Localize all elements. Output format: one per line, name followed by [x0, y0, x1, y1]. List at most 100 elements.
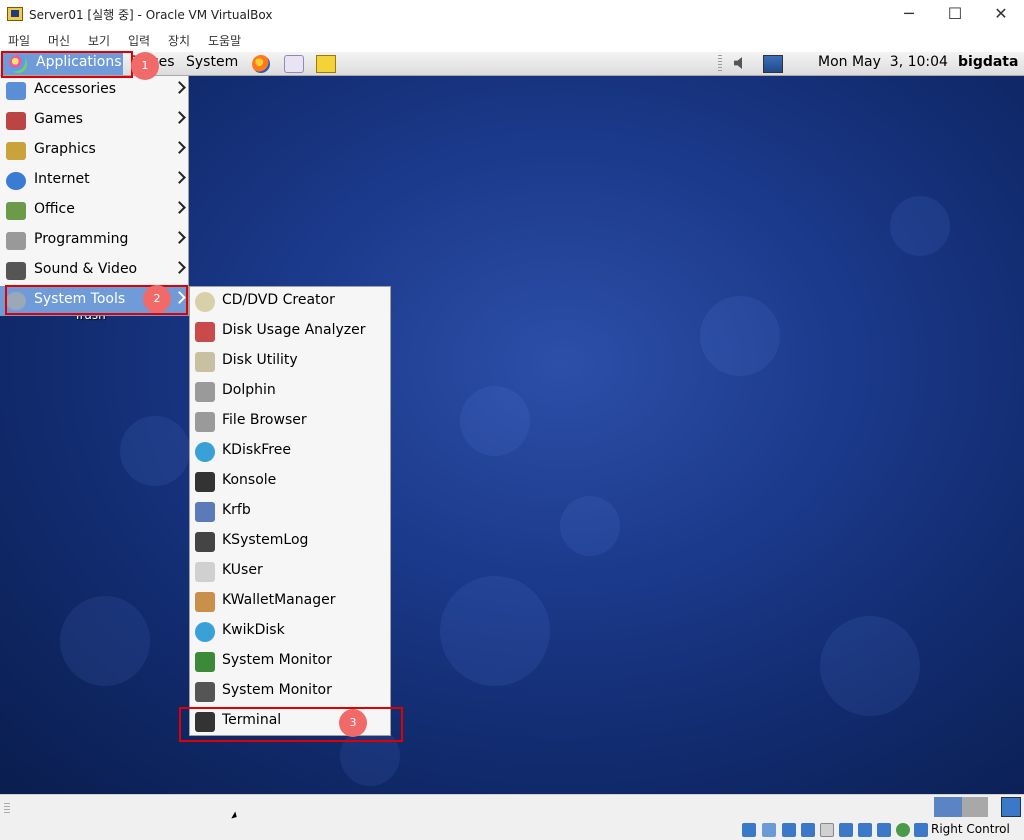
submenu-item-cd-dvd-creator[interactable]: CD/DVD Creator: [190, 287, 390, 317]
submenu-item-label: Disk Usage Analyzer: [222, 322, 366, 338]
submenu-item-label: Disk Utility: [222, 352, 298, 368]
konsole-icon: [195, 472, 215, 492]
submenu-item-kwalletmanager[interactable]: KWalletManager: [190, 587, 390, 617]
recording-icon[interactable]: [877, 823, 891, 837]
virtualbox-app-icon: [7, 7, 23, 21]
submenu-item-konsole[interactable]: Konsole: [190, 467, 390, 497]
kwallet-icon: [195, 592, 215, 612]
system-monitor-icon: [195, 652, 215, 672]
apps-menu-item-games[interactable]: Games: [0, 106, 188, 136]
kdiskfree-icon: [195, 442, 215, 462]
accessories-icon: [6, 82, 26, 100]
highlight-terminal: [179, 707, 403, 742]
panel-username[interactable]: bigdata: [958, 54, 1018, 70]
step-badge-2: 2: [143, 285, 171, 313]
submenu-item-ksystemlog[interactable]: KSystemLog: [190, 527, 390, 557]
system-menu-button[interactable]: System: [186, 54, 238, 70]
submenu-item-kwikdisk[interactable]: KwikDisk: [190, 617, 390, 647]
submenu-item-dolphin[interactable]: Dolphin: [190, 377, 390, 407]
submenu-item-system-monitor-2[interactable]: System Monitor: [190, 677, 390, 707]
host-key-arrow-icon[interactable]: [914, 823, 928, 837]
apps-menu-item-accessories[interactable]: Accessories: [0, 76, 188, 106]
cpu-icon[interactable]: [896, 823, 910, 837]
submenu-item-label: File Browser: [222, 412, 307, 428]
network-icon[interactable]: [763, 55, 783, 73]
menu-input[interactable]: 입력: [128, 32, 150, 49]
applications-menu: Accessories Games Graphics Internet Offi…: [0, 76, 189, 316]
submenu-item-label: KWalletManager: [222, 592, 336, 608]
apps-menu-item-graphics[interactable]: Graphics: [0, 136, 188, 166]
chevron-right-icon: [173, 141, 186, 154]
audio-icon[interactable]: [782, 823, 796, 837]
disk-usage-icon: [195, 322, 215, 342]
submenu-item-system-monitor[interactable]: System Monitor: [190, 647, 390, 677]
submenu-item-kdiskfree[interactable]: KDiskFree: [190, 437, 390, 467]
menu-file[interactable]: 파일: [8, 32, 30, 49]
submenu-item-disk-utility[interactable]: Disk Utility: [190, 347, 390, 377]
usb-icon[interactable]: [820, 823, 834, 837]
mail-launcher-icon[interactable]: [284, 55, 304, 73]
internet-icon: [6, 172, 26, 190]
chevron-right-icon: [173, 171, 186, 184]
submenu-item-krfb[interactable]: Krfb: [190, 497, 390, 527]
apps-menu-item-label: Office: [34, 201, 75, 217]
apps-menu-item-label: Accessories: [34, 81, 117, 97]
keyboard-capture-indicator: [934, 797, 962, 817]
menu-devices[interactable]: 장치: [168, 32, 190, 49]
submenu-item-kuser[interactable]: KUser: [190, 557, 390, 587]
apps-menu-item-internet[interactable]: Internet: [0, 166, 188, 196]
apps-menu-item-label: Internet: [34, 171, 90, 187]
submenu-item-file-browser[interactable]: File Browser: [190, 407, 390, 437]
volume-icon[interactable]: [734, 57, 742, 69]
apps-menu-item-sound-video[interactable]: Sound & Video: [0, 256, 188, 286]
chevron-right-icon: [173, 81, 186, 94]
file-browser-icon: [195, 412, 215, 432]
submenu-item-label: KwikDisk: [222, 622, 285, 638]
menu-help[interactable]: 도움말: [208, 32, 241, 49]
window-title: Server01 [실행 중] - Oracle VM VirtualBox: [29, 8, 273, 22]
menu-view[interactable]: 보기: [88, 32, 110, 49]
network-adapter-icon[interactable]: [801, 823, 815, 837]
apps-menu-item-label: Games: [34, 111, 83, 127]
firefox-launcher-icon[interactable]: [252, 55, 270, 73]
submenu-item-label: KUser: [222, 562, 263, 578]
resize-grip: [4, 803, 10, 815]
host-key-label: Right Control: [931, 822, 1010, 836]
apps-menu-item-office[interactable]: Office: [0, 196, 188, 226]
submenu-item-label: Dolphin: [222, 382, 276, 398]
sound-video-icon: [6, 262, 26, 280]
display-settings-icon[interactable]: [858, 823, 872, 837]
krfb-icon: [195, 502, 215, 522]
close-button[interactable]: ✕: [978, 0, 1024, 30]
notes-launcher-icon[interactable]: [316, 55, 336, 73]
minimize-button[interactable]: ─: [886, 0, 932, 30]
submenu-item-label: KSystemLog: [222, 532, 309, 548]
chevron-right-icon: [173, 111, 186, 124]
optical-drive-icon[interactable]: [762, 823, 776, 837]
apps-menu-item-label: Sound & Video: [34, 261, 138, 277]
step-badge-1: 1: [131, 52, 159, 80]
apps-menu-item-label: Graphics: [34, 141, 96, 157]
shared-folders-icon[interactable]: [839, 823, 853, 837]
cd-dvd-icon: [195, 292, 215, 312]
mouse-capture-indicator: [962, 797, 988, 817]
hard-disk-icon[interactable]: [742, 823, 756, 837]
display-icon[interactable]: [1001, 797, 1021, 817]
chevron-right-icon: [173, 201, 186, 214]
graphics-icon: [6, 142, 26, 160]
maximize-button[interactable]: ☐: [932, 0, 978, 30]
system-monitor-icon: [195, 682, 215, 702]
dolphin-icon: [195, 382, 215, 402]
disk-utility-icon: [195, 352, 215, 372]
virtualbox-status-bar: Right Control: [0, 794, 1024, 840]
programming-icon: [6, 232, 26, 250]
submenu-item-disk-usage-analyzer[interactable]: Disk Usage Analyzer: [190, 317, 390, 347]
ksystemlog-icon: [195, 532, 215, 552]
submenu-item-label: Konsole: [222, 472, 277, 488]
panel-clock[interactable]: Mon May 3, 10:04: [818, 54, 948, 70]
kwikdisk-icon: [195, 622, 215, 642]
submenu-item-label: KDiskFree: [222, 442, 291, 458]
apps-menu-item-programming[interactable]: Programming: [0, 226, 188, 256]
menu-machine[interactable]: 머신: [48, 32, 70, 49]
virtualbox-menu-bar: 파일 머신 보기 입력 장치 도움말: [0, 30, 1024, 52]
